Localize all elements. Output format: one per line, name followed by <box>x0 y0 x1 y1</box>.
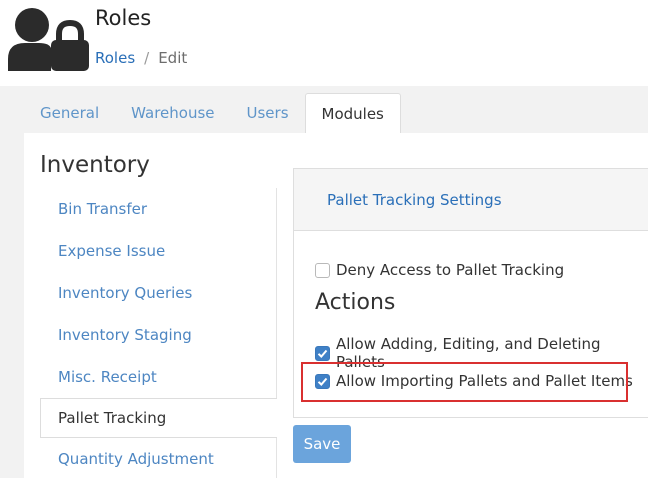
save-button[interactable]: Save <box>293 425 351 463</box>
breadcrumb-separator: / <box>144 49 150 67</box>
module-list: Bin Transfer Expense Issue Inventory Que… <box>40 188 277 478</box>
allow-edit-checkbox[interactable] <box>315 345 330 361</box>
module-item-bin-transfer[interactable]: Bin Transfer <box>40 188 276 230</box>
module-item-inventory-queries[interactable]: Inventory Queries <box>40 272 276 314</box>
module-item-inventory-staging[interactable]: Inventory Staging <box>40 314 276 356</box>
user-lock-icon <box>8 8 89 71</box>
tab-users[interactable]: Users <box>231 93 305 133</box>
settings-panel-header[interactable]: Pallet Tracking Settings <box>294 169 648 231</box>
deny-access-label: Deny Access to Pallet Tracking <box>336 261 565 279</box>
tab-modules[interactable]: Modules <box>304 93 401 134</box>
breadcrumb: Roles / Edit <box>95 49 187 67</box>
module-item-pallet-tracking[interactable]: Pallet Tracking <box>40 398 277 438</box>
module-item-expense-issue[interactable]: Expense Issue <box>40 230 276 272</box>
highlight-annotation <box>301 362 628 402</box>
module-item-misc-receipt[interactable]: Misc. Receipt <box>40 356 276 398</box>
actions-heading: Actions <box>315 290 396 315</box>
tab-bar: General Warehouse Users Modules <box>24 93 401 134</box>
deny-access-row[interactable]: Deny Access to Pallet Tracking <box>315 261 564 279</box>
deny-access-checkbox[interactable] <box>315 262 330 278</box>
page-title: Roles <box>95 6 152 30</box>
module-item-quantity-adjustment[interactable]: Quantity Adjustment <box>40 438 276 478</box>
tab-general[interactable]: General <box>24 93 115 133</box>
module-heading: Inventory <box>40 152 150 178</box>
breadcrumb-current: Edit <box>158 49 188 67</box>
checkmark-icon <box>317 349 328 358</box>
tab-warehouse[interactable]: Warehouse <box>115 93 230 133</box>
breadcrumb-roles-link[interactable]: Roles <box>95 49 135 67</box>
